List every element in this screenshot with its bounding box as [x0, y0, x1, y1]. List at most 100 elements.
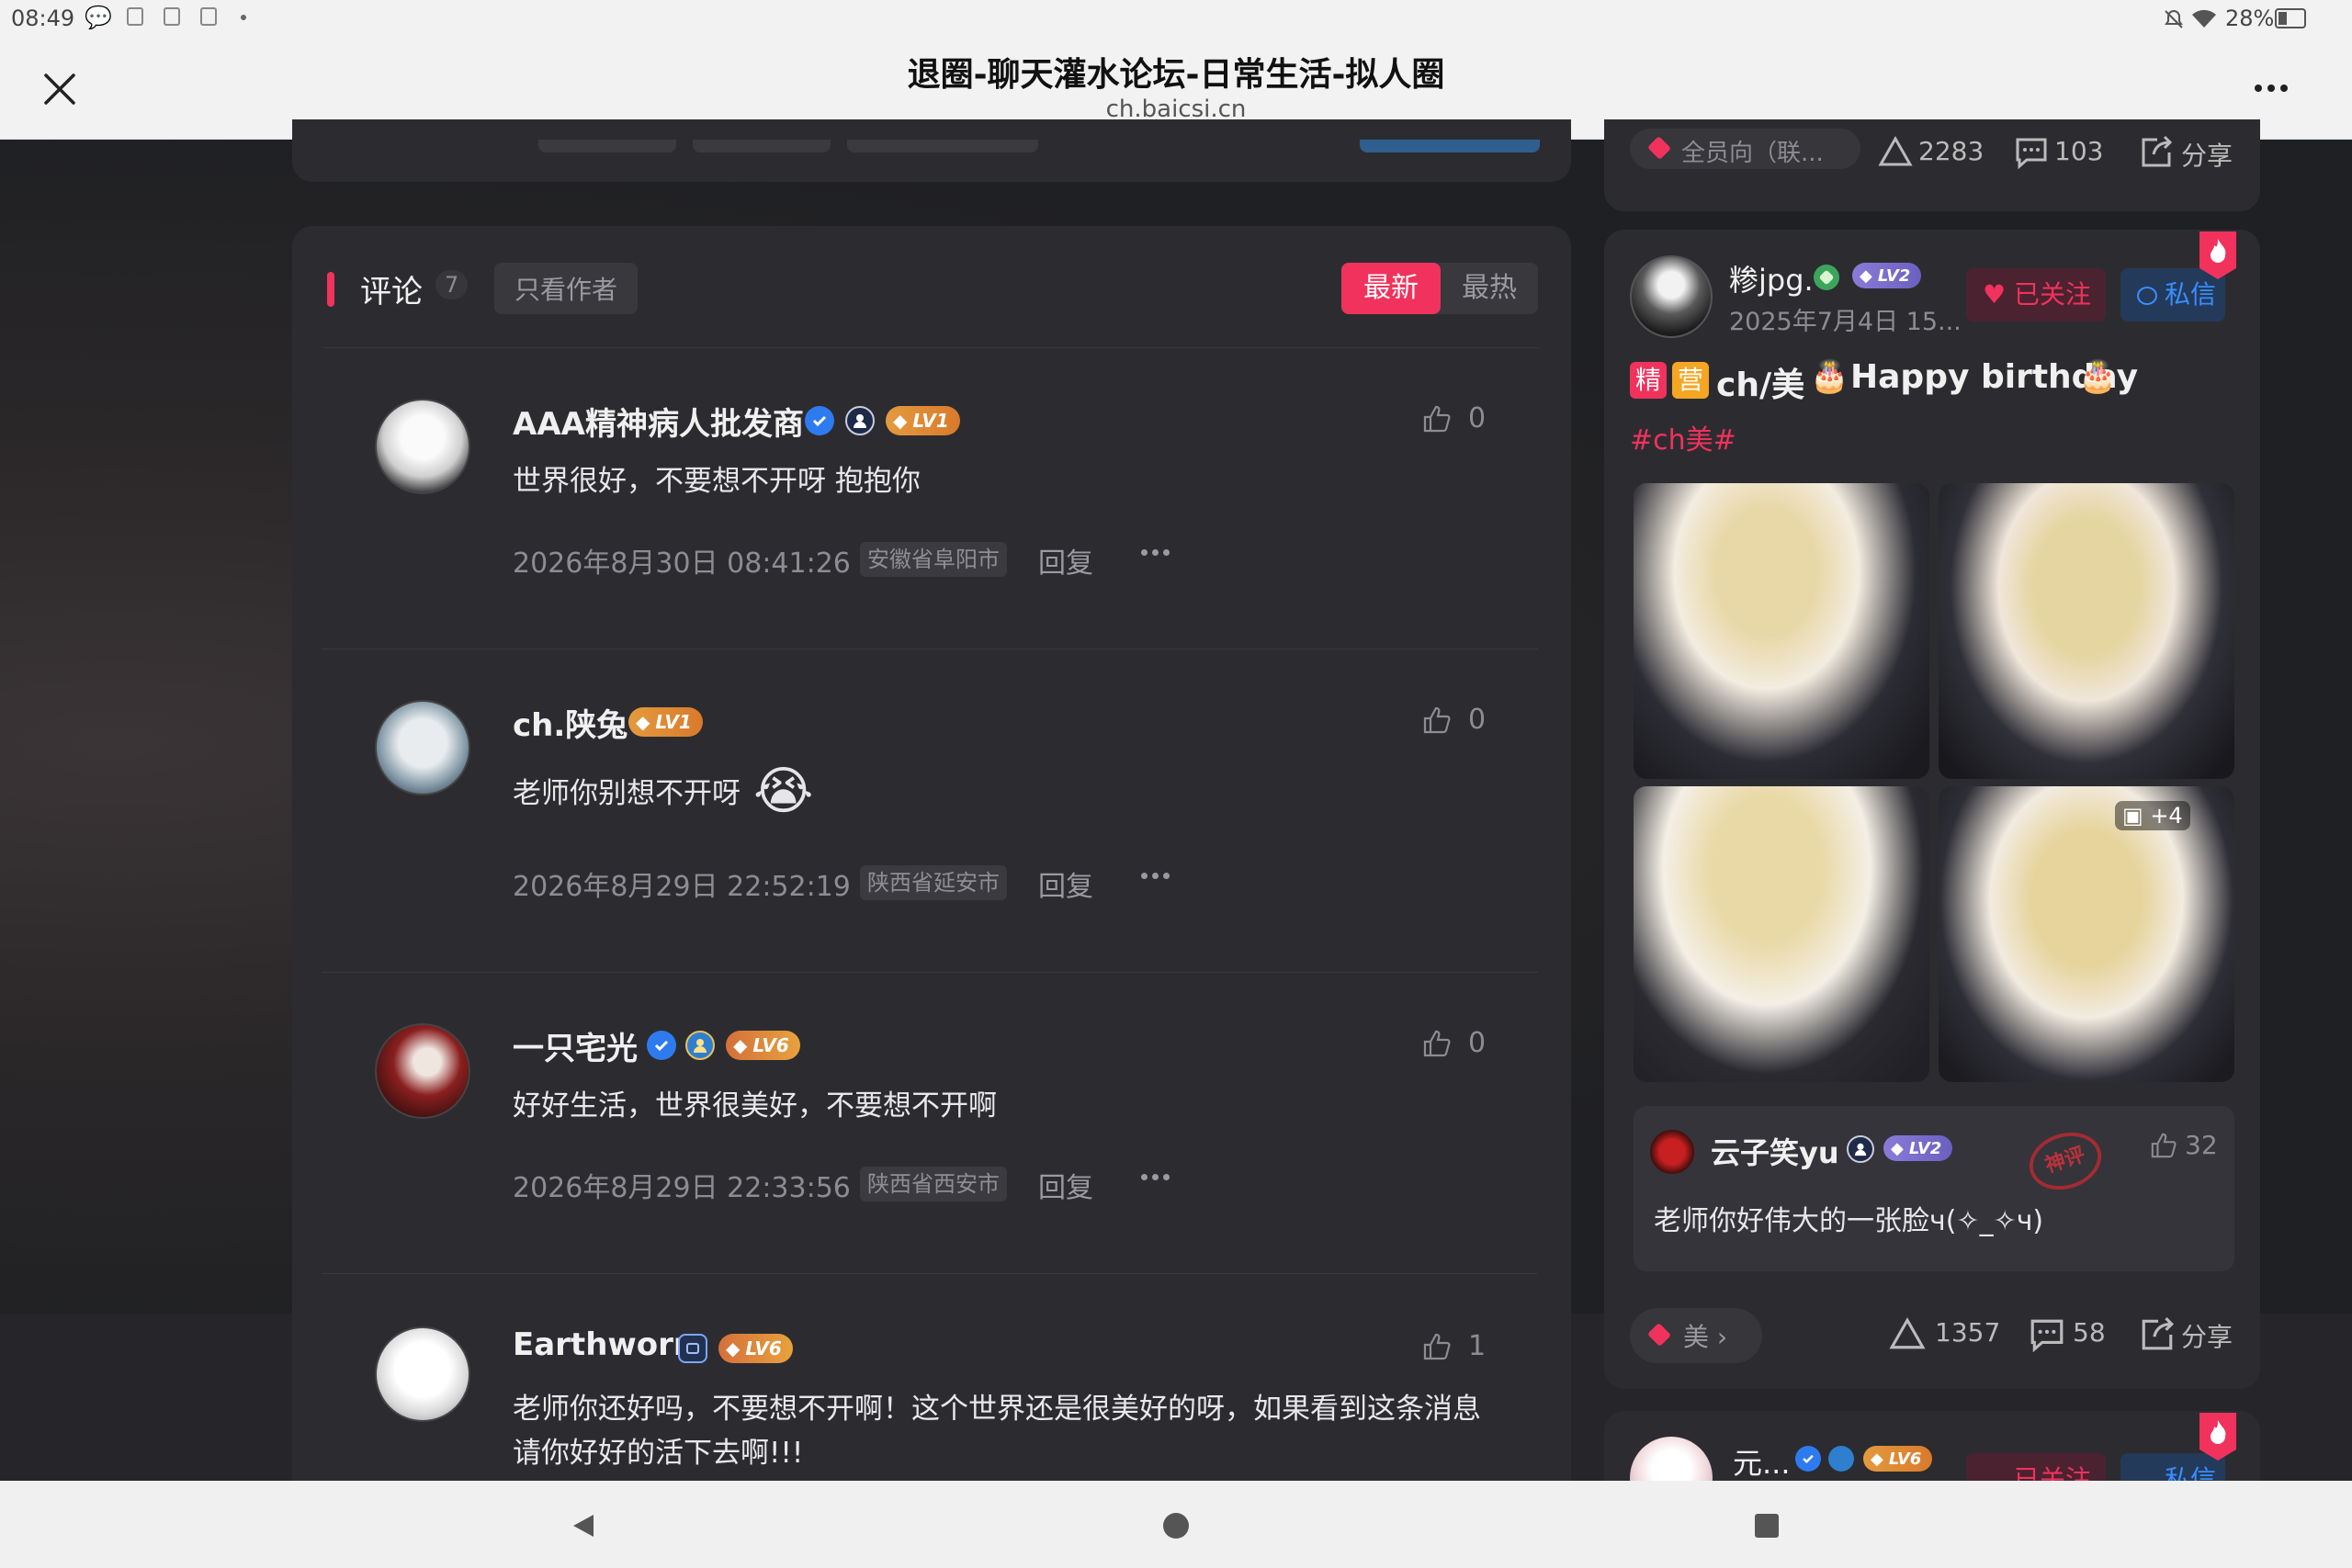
comments-heading: 评论 [360, 274, 423, 310]
comment-text: 好好生活，世界很美好，不要想不开啊 [513, 1089, 997, 1122]
back-icon[interactable] [570, 1512, 597, 1540]
cake-icon: 🎂 [1810, 358, 1849, 395]
post-username[interactable]: 糁jpg. [1729, 257, 1814, 299]
comment-icon[interactable] [2029, 1317, 2065, 1352]
views-icon [1889, 1317, 1926, 1349]
avatar[interactable] [1630, 255, 1713, 338]
section-accent-bar [327, 272, 334, 307]
comments-count: 7 [435, 270, 469, 299]
action-chip[interactable] [847, 140, 1038, 152]
post-title[interactable]: ch/美 [1716, 358, 1804, 406]
home-icon[interactable] [1163, 1513, 1189, 1539]
reply-button[interactable]: 回复 [1038, 540, 1093, 581]
avatar[interactable] [375, 700, 470, 795]
author-only-button[interactable]: 只看作者 [494, 263, 639, 314]
notification-icon [127, 7, 143, 26]
avatar[interactable] [375, 1023, 470, 1119]
chat-bubble-icon [2137, 287, 2157, 305]
views-count: 2283 [1918, 136, 1984, 166]
action-button[interactable] [1360, 140, 1540, 152]
commenter-name[interactable]: 一只宅光 [513, 1023, 638, 1068]
comment-text: 老师你别想不开呀 [513, 777, 741, 810]
like-icon[interactable] [1422, 705, 1452, 735]
share-icon[interactable] [2139, 134, 2174, 169]
comment-time: 2026年8月29日 22:52:19 [513, 871, 851, 903]
comment-item: ch.陕兔 ◆ LV1 老师你别想不开呀 😭 2026年8月29日 22:52:1… [322, 669, 1553, 973]
commenter-name[interactable]: ch.陕兔 [513, 700, 628, 745]
recents-icon[interactable] [1755, 1514, 1779, 1538]
mute-icon [2165, 9, 2183, 28]
level-badge: ◆ LV2 [1852, 263, 1922, 288]
share-icon[interactable] [2139, 1315, 2176, 1352]
post-image[interactable]: ▣ +4 [1939, 786, 2234, 1082]
hot-comment-box[interactable]: 云子笑yu ◆ LV2 神评 32 老师你好伟大的一张脸ч(✧_✧ч) [1634, 1106, 2234, 1271]
battery-icon [2275, 8, 2306, 28]
reply-button[interactable]: 回复 [1038, 1165, 1093, 1205]
feed-card-footer: 全员向（联... 2283 103 分享 [1604, 119, 2260, 211]
hashtag[interactable]: #ch美# [1630, 417, 1736, 457]
commenter-name[interactable]: Earthworm [513, 1326, 706, 1363]
avatar[interactable] [375, 399, 470, 494]
post-username[interactable]: 元... [1733, 1440, 1791, 1481]
status-bar: 08:49 💬 28% [0, 0, 2352, 39]
avatar[interactable] [1650, 1130, 1694, 1174]
notification-icon [164, 7, 180, 26]
featured-tag: 精 [1630, 362, 1667, 399]
hugging-emoji-icon: 😭 [753, 761, 814, 821]
like-icon[interactable] [1422, 404, 1452, 434]
level-badge: ◆ LV1 [886, 406, 960, 435]
like-icon[interactable] [2150, 1132, 2177, 1159]
more-icon[interactable] [1141, 549, 1170, 556]
feed-post-card: 元... ◆ LV6 已关注 私信 [1604, 1411, 2260, 1481]
status-time: 08:49 [11, 6, 75, 31]
like-icon[interactable] [1422, 1029, 1452, 1058]
comment-icon[interactable] [2014, 136, 2049, 169]
like-count: 0 [1468, 704, 1487, 736]
views-icon [1878, 136, 1913, 166]
more-icon[interactable] [1141, 1174, 1170, 1180]
action-chip[interactable] [693, 140, 831, 152]
more-icon[interactable] [1141, 873, 1170, 879]
camp-tag: 营 [1672, 362, 1709, 399]
battery-percent: 28% [2225, 6, 2275, 31]
level-badge: ◆ LV6 [1863, 1446, 1933, 1472]
like-count: 0 [1468, 1027, 1487, 1059]
hot-flame-icon [2199, 231, 2236, 279]
like-count: 1 [1468, 1330, 1487, 1362]
post-actions-card [292, 119, 1571, 182]
close-icon[interactable] [42, 72, 77, 107]
views-count: 1357 [1935, 1317, 2001, 1348]
post-image[interactable] [1939, 483, 2234, 779]
level-badge: ◆ LV6 [718, 1334, 793, 1363]
avatar[interactable] [375, 1326, 470, 1422]
more-options-icon[interactable] [2255, 85, 2288, 92]
god-comment-stamp: 神评 [2021, 1123, 2109, 1199]
like-count: 32 [2185, 1130, 2218, 1160]
action-chip[interactable] [538, 140, 676, 152]
image-icon: ▣ [2122, 803, 2151, 829]
comment-text: 世界很好，不要想不开呀 抱抱你 [513, 465, 921, 498]
avatar[interactable] [1630, 1437, 1713, 1481]
comment-time: 2026年8月29日 22:33:56 [513, 1172, 851, 1204]
share-label[interactable]: 分享 [2181, 136, 2233, 173]
user-badge-icon [1814, 265, 1839, 290]
commenter-name[interactable]: 云子笑yu [1711, 1130, 1839, 1172]
hot-flame-icon [2199, 1413, 2236, 1461]
like-icon[interactable] [1422, 1332, 1452, 1361]
post-image[interactable] [1634, 786, 1929, 1082]
sort-newest-button[interactable]: 最新 [1341, 263, 1441, 314]
divider [322, 1273, 1538, 1274]
sort-toggle: 最新 最热 [1341, 263, 1538, 314]
wifi-icon [2192, 9, 2216, 28]
comment-item: AAA精神病人批发商 ◆ LV1 世界很好，不要想不开呀 抱抱你 2026年8月3… [322, 367, 1553, 649]
commenter-name[interactable]: AAA精神病人批发商 [513, 399, 804, 444]
share-label[interactable]: 分享 [2181, 1317, 2233, 1354]
post-image[interactable] [1634, 483, 1929, 779]
user-badge-icon [1847, 1135, 1874, 1163]
sort-hottest-button[interactable]: 最热 [1441, 263, 1538, 314]
user-badge-icon [845, 406, 875, 435]
user-badge-icon [685, 1031, 715, 1060]
follow-button[interactable]: 已关注 [1966, 1453, 2106, 1481]
reply-button[interactable]: 回复 [1038, 863, 1093, 904]
comment-item: Earthworm ◆ LV6 老师你还好吗，不要想不开啊！这个世界还是很美好的呀… [322, 1295, 1553, 1479]
